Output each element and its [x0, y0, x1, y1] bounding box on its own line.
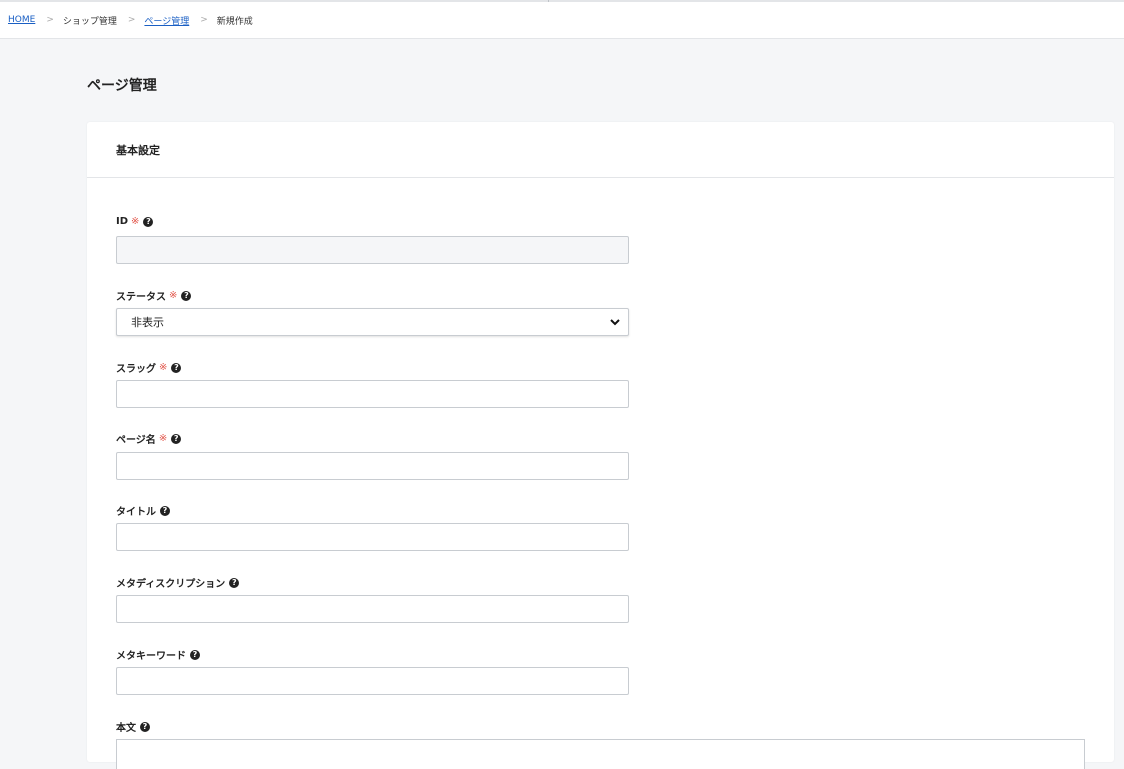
breadcrumb-separator: >	[46, 15, 54, 25]
required-mark: ※	[159, 362, 168, 373]
help-icon[interactable]: ?	[171, 433, 182, 444]
status-selected-value: 非表示	[131, 316, 164, 329]
breadcrumb: HOME > ショップ管理 > ページ管理 > 新規作成	[0, 2, 1124, 39]
meta-description-label-text: メタディスクリプション	[116, 579, 226, 590]
id-label: ID ※ ?	[116, 216, 154, 227]
chevron-down-icon	[610, 316, 620, 329]
required-mark: ※	[169, 290, 178, 301]
help-icon[interactable]: ?	[229, 577, 240, 588]
slug-label: スラッグ ※ ?	[116, 360, 182, 375]
title-label: タイトル ?	[116, 503, 170, 518]
help-icon[interactable]: ?	[140, 721, 150, 732]
page-name-label: ページ名 ※ ?	[116, 431, 182, 446]
breadcrumb-separator: >	[200, 15, 208, 25]
meta-keywords-label-text: メタキーワード	[116, 651, 186, 662]
id-field[interactable]	[116, 236, 629, 264]
help-icon[interactable]: ?	[181, 290, 192, 301]
required-mark: ※	[131, 216, 140, 227]
meta-keywords-field[interactable]	[116, 667, 629, 695]
help-icon[interactable]: ?	[171, 362, 182, 373]
breadcrumb-page-admin[interactable]: ページ管理	[144, 14, 189, 27]
page-title: ページ管理	[87, 78, 157, 94]
breadcrumb-separator: >	[127, 15, 136, 25]
basic-settings-card: 基本設定 ID ※ ? ステータス ※ ? 非表示 スラッグ ※ ? ページ名 …	[87, 122, 1114, 769]
meta-description-field[interactable]	[116, 595, 629, 623]
title-label-text: タイトル	[116, 507, 156, 518]
help-icon[interactable]: ?	[143, 216, 154, 227]
body-label: 本文 ?	[116, 719, 150, 734]
help-icon[interactable]: ?	[190, 649, 200, 660]
required-mark: ※	[158, 433, 168, 444]
breadcrumb-shop-admin: ショップ管理	[62, 16, 117, 27]
slug-label-text: スラッグ	[116, 364, 156, 375]
id-label-text: ID	[116, 216, 129, 227]
breadcrumb-home[interactable]: HOME	[8, 15, 35, 25]
card-title: 基本設定	[87, 122, 1114, 178]
meta-description-label: メタディスクリプション ?	[116, 575, 240, 590]
body-editor[interactable]	[116, 739, 1085, 769]
page-name-label-text: ページ名	[116, 435, 156, 446]
status-label: ステータス ※ ?	[116, 288, 192, 303]
breadcrumb-current: 新規作成	[216, 16, 253, 27]
page-name-field[interactable]	[116, 452, 629, 480]
title-field[interactable]	[116, 523, 629, 551]
meta-keywords-label: メタキーワード ?	[116, 647, 200, 662]
status-select[interactable]: 非表示	[116, 308, 629, 336]
body-label-text: 本文	[116, 723, 136, 734]
help-icon[interactable]: ?	[160, 505, 170, 516]
slug-field[interactable]	[116, 380, 629, 408]
status-label-text: ステータス	[116, 292, 166, 303]
